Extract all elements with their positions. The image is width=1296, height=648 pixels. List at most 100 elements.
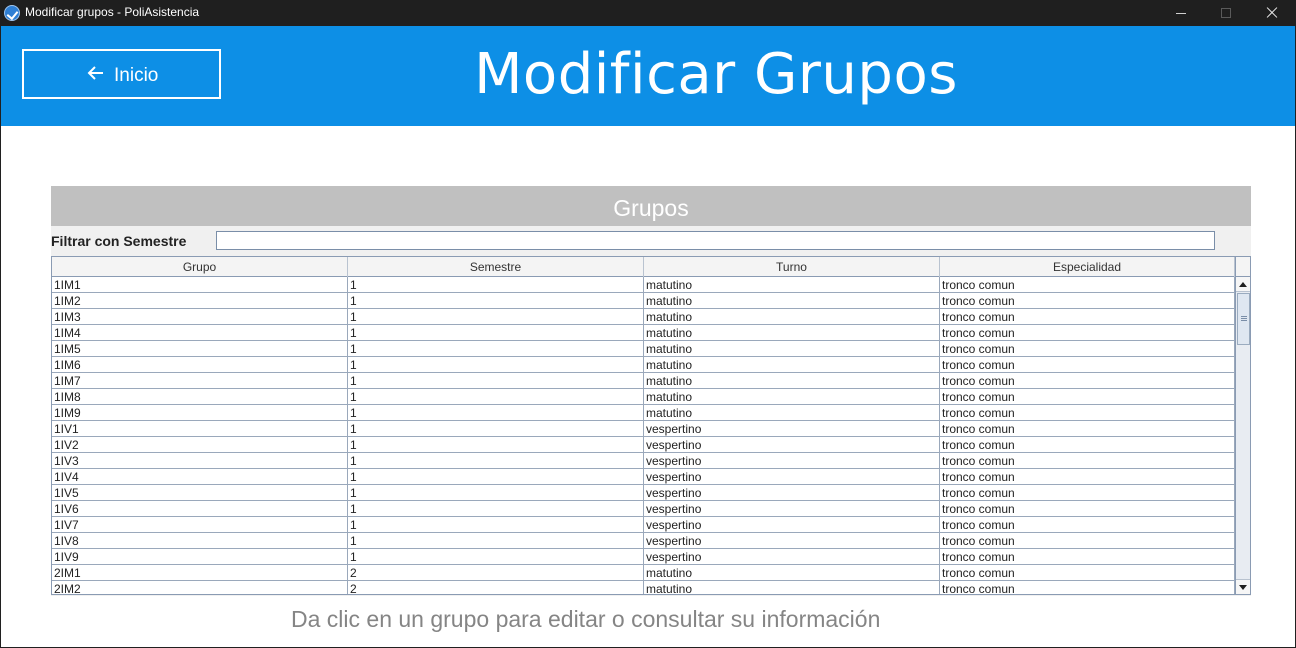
table-row[interactable]: 1IV1 1 vespertino tronco comun: [52, 421, 1235, 437]
table-cell: tronco comun: [940, 357, 1235, 373]
app-check-icon: [4, 5, 20, 21]
filter-semester-input[interactable]: [216, 231, 1215, 250]
table-cell: vespertino: [644, 421, 940, 437]
table-cell: matutino: [644, 389, 940, 405]
table-cell: 1: [348, 373, 644, 389]
table-cell: 2IM1: [52, 565, 348, 581]
table-row[interactable]: 1IM5 1 matutino tronco comun: [52, 341, 1235, 357]
table-cell: vespertino: [644, 453, 940, 469]
vertical-scrollbar[interactable]: [1235, 257, 1250, 594]
table-cell: tronco comun: [940, 341, 1235, 357]
table-body: 1IM1 1 matutino tronco comun 1IM2 1 matutino tr…: [52, 277, 1235, 594]
table-cell: 1: [348, 501, 644, 517]
filter-semester-label: Filtrar con Semestre: [51, 233, 187, 249]
table-row[interactable]: 1IV7 1 vespertino tronco comun: [52, 517, 1235, 533]
table-cell: matutino: [644, 565, 940, 581]
table-row[interactable]: 1IM4 1 matutino tronco comun: [52, 325, 1235, 341]
column-header-especialidad[interactable]: Especialidad: [940, 257, 1235, 277]
table-cell: matutino: [644, 357, 940, 373]
table-cell: 1: [348, 293, 644, 309]
table-cell: 1: [348, 309, 644, 325]
table-cell: 1IV1: [52, 421, 348, 437]
table-cell: tronco comun: [940, 373, 1235, 389]
table-row[interactable]: 1IM7 1 matutino tronco comun: [52, 373, 1235, 389]
table-cell: tronco comun: [940, 421, 1235, 437]
table-row[interactable]: 1IM9 1 matutino tronco comun: [52, 405, 1235, 421]
table-row[interactable]: 1IV9 1 vespertino tronco comun: [52, 549, 1235, 565]
groups-table: Grupo Semestre Turno Especialidad 1IM1 1 m…: [51, 256, 1251, 595]
table-cell: vespertino: [644, 437, 940, 453]
table-row[interactable]: 2IM2 2 matutino tronco comun: [52, 581, 1235, 594]
arrow-left-icon: [87, 66, 103, 80]
table-cell: tronco comun: [940, 389, 1235, 405]
table-cell: tronco comun: [940, 309, 1235, 325]
grip-icon: [1241, 316, 1247, 321]
table-cell: 1IV6: [52, 501, 348, 517]
table-row[interactable]: 1IV6 1 vespertino tronco comun: [52, 501, 1235, 517]
close-button[interactable]: [1248, 0, 1294, 26]
table-cell: 1IV9: [52, 549, 348, 565]
table-cell: vespertino: [644, 501, 940, 517]
panel-header: Grupos: [51, 186, 1251, 226]
table-cell: tronco comun: [940, 293, 1235, 309]
table-cell: tronco comun: [940, 453, 1235, 469]
table-row[interactable]: 1IV4 1 vespertino tronco comun: [52, 469, 1235, 485]
table-cell: matutino: [644, 341, 940, 357]
table-cell: matutino: [644, 325, 940, 341]
table-cell: 1IM1: [52, 277, 348, 293]
scrollbar-thumb[interactable]: [1237, 293, 1250, 345]
table-cell: vespertino: [644, 533, 940, 549]
table-cell: 1IM7: [52, 373, 348, 389]
table-cell: 1: [348, 357, 644, 373]
table-cell: tronco comun: [940, 517, 1235, 533]
table-cell: 1IV7: [52, 517, 348, 533]
table-cell: 2IM2: [52, 581, 348, 594]
table-cell: matutino: [644, 373, 940, 389]
table-cell: 1IM5: [52, 341, 348, 357]
table-cell: 1IV8: [52, 533, 348, 549]
table-row[interactable]: 1IM8 1 matutino tronco comun: [52, 389, 1235, 405]
table-cell: 1: [348, 421, 644, 437]
table-row[interactable]: 1IV5 1 vespertino tronco comun: [52, 485, 1235, 501]
table-cell: 1IV4: [52, 469, 348, 485]
scroll-down-arrow-icon[interactable]: [1236, 579, 1250, 594]
table-row[interactable]: 1IM2 1 matutino tronco comun: [52, 293, 1235, 309]
table-row[interactable]: 1IM1 1 matutino tronco comun: [52, 277, 1235, 293]
minimize-button[interactable]: [1158, 0, 1204, 26]
maximize-icon: [1221, 8, 1231, 18]
table-cell: matutino: [644, 277, 940, 293]
table-row[interactable]: 2IM1 2 matutino tronco comun: [52, 565, 1235, 581]
column-header-grupo[interactable]: Grupo: [52, 257, 348, 277]
table-cell: tronco comun: [940, 437, 1235, 453]
table-cell: 1: [348, 469, 644, 485]
table-row[interactable]: 1IV2 1 vespertino tronco comun: [52, 437, 1235, 453]
page-title: Modificar Grupos: [474, 42, 958, 107]
table-cell: tronco comun: [940, 485, 1235, 501]
table-cell: vespertino: [644, 517, 940, 533]
scroll-up-arrow-icon[interactable]: [1236, 277, 1250, 292]
table-cell: tronco comun: [940, 565, 1235, 581]
maximize-button[interactable]: [1203, 0, 1249, 26]
table-cell: 1IM3: [52, 309, 348, 325]
table-row[interactable]: 1IV3 1 vespertino tronco comun: [52, 453, 1235, 469]
column-header-semestre[interactable]: Semestre: [348, 257, 644, 277]
table-cell: tronco comun: [940, 325, 1235, 341]
table-row[interactable]: 1IV8 1 vespertino tronco comun: [52, 533, 1235, 549]
table-cell: 1IM2: [52, 293, 348, 309]
back-button-label: Inicio: [114, 65, 159, 86]
minimize-icon: [1176, 13, 1186, 14]
table-cell: tronco comun: [940, 405, 1235, 421]
table-row[interactable]: 1IM3 1 matutino tronco comun: [52, 309, 1235, 325]
instruction-hint: Da clic en un grupo para editar o consul…: [291, 606, 881, 632]
table-cell: tronco comun: [940, 501, 1235, 517]
table-cell: 2: [348, 581, 644, 594]
table-row[interactable]: 1IM6 1 matutino tronco comun: [52, 357, 1235, 373]
table-cell: 1IM6: [52, 357, 348, 373]
table-cell: 1IV3: [52, 453, 348, 469]
back-to-inicio-button[interactable]: Inicio: [22, 49, 221, 99]
table-cell: 1: [348, 389, 644, 405]
column-header-turno[interactable]: Turno: [644, 257, 940, 277]
table-cell: vespertino: [644, 549, 940, 565]
table-cell: 1IM8: [52, 389, 348, 405]
table-cell: vespertino: [644, 469, 940, 485]
